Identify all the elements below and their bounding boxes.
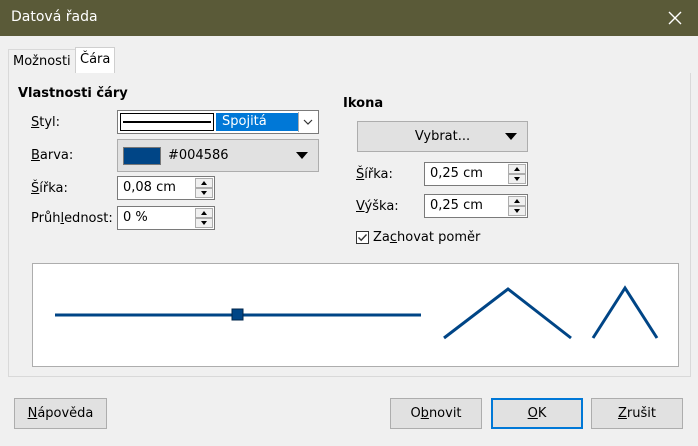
preview-drawing — [55, 285, 659, 340]
close-icon[interactable] — [664, 7, 686, 29]
help-button[interactable]: Nápověda — [14, 398, 107, 429]
style-dropdown-toggle[interactable] — [298, 112, 317, 132]
keep-ratio-label: Zachovat poměr — [373, 230, 481, 245]
chevron-down-icon — [303, 119, 313, 125]
style-label: Styl: — [31, 115, 61, 130]
icon-heading: Ikona — [343, 96, 384, 111]
tab-options-label: Možnosti — [13, 54, 71, 69]
ok-button[interactable]: OK — [491, 398, 583, 429]
icon-height-up-button[interactable] — [508, 196, 526, 206]
icon-width-up-button[interactable] — [508, 164, 526, 174]
ok-button-label: OK — [527, 406, 547, 421]
transparency-value: 0 % — [123, 210, 148, 225]
tab-line[interactable]: Čára — [75, 47, 115, 73]
preview-narrow-peak — [591, 285, 659, 339]
style-dropdown[interactable]: Spojitá — [117, 110, 319, 134]
color-value: #004586 — [168, 148, 229, 163]
icon-select-button[interactable]: Vybrat... — [357, 121, 528, 152]
line-width-value: 0,08 cm — [123, 180, 176, 195]
icon-height-spinbox[interactable]: 0,25 cm — [424, 194, 528, 218]
line-preview — [32, 263, 679, 367]
preview-symbol-icon — [231, 308, 244, 321]
icon-width-label: Šířka: — [356, 167, 393, 182]
line-width-up-button[interactable] — [195, 178, 213, 188]
cancel-button-label: Zrušit — [618, 406, 656, 421]
icon-width-down-button[interactable] — [508, 174, 526, 184]
reset-button-label: Obnovit — [410, 406, 462, 421]
color-dropdown[interactable]: #004586 — [117, 139, 319, 172]
solid-line-sample — [123, 121, 211, 123]
width-label: Šířka: — [31, 181, 68, 196]
color-swatch — [123, 147, 161, 165]
line-width-down-button[interactable] — [195, 188, 213, 198]
cancel-button[interactable]: Zrušit — [591, 398, 683, 429]
icon-height-down-button[interactable] — [508, 206, 526, 216]
line-properties-heading: Vlastnosti čáry — [18, 86, 128, 101]
checkbox-checked-icon — [356, 231, 369, 244]
transparency-spinbox[interactable]: 0 % — [117, 206, 215, 230]
style-preview — [120, 113, 214, 131]
icon-height-value: 0,25 cm — [430, 198, 483, 213]
tab-line-label: Čára — [80, 52, 111, 67]
line-width-spinbox[interactable]: 0,08 cm — [117, 176, 215, 200]
dropdown-arrow-icon — [296, 152, 308, 159]
icon-height-label: Výška: — [356, 199, 399, 214]
style-selected-value: Spojitá — [216, 113, 298, 131]
reset-button[interactable]: Obnovit — [390, 398, 482, 429]
icon-select-label: Vybrat... — [414, 129, 471, 144]
color-label: Barva: — [31, 148, 74, 163]
help-button-label: Nápověda — [27, 406, 94, 421]
transparency-up-button[interactable] — [195, 208, 213, 218]
tab-options[interactable]: Možnosti — [8, 49, 76, 73]
title-bar: Datová řada — [0, 0, 698, 36]
transparency-label: Průhlednost: — [31, 211, 113, 226]
transparency-down-button[interactable] — [195, 218, 213, 228]
preview-wide-peak — [443, 287, 572, 340]
dropdown-arrow-icon — [505, 133, 517, 140]
icon-width-spinbox[interactable]: 0,25 cm — [424, 162, 528, 186]
icon-width-value: 0,25 cm — [430, 166, 483, 181]
window-title: Datová řada — [11, 9, 98, 25]
